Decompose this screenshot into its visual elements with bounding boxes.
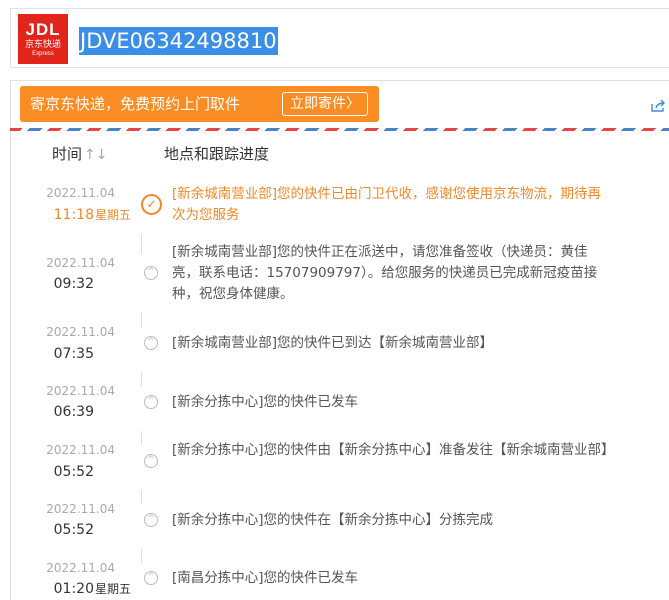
event-time: 05:52 xyxy=(53,464,94,480)
event-time: 01:20 xyxy=(53,581,94,597)
chevron-up-circle-icon: ^ xyxy=(144,395,158,409)
timeline-line xyxy=(141,490,142,504)
event-time: 06:39 xyxy=(53,404,94,420)
event-date: 2022.11.04 xyxy=(46,325,115,339)
banner-text: 寄京东快递，免费预约上门取件 xyxy=(30,95,241,113)
header: JDL 京东快递 Express JDVE06342498810 xyxy=(10,8,669,68)
share-icon[interactable] xyxy=(650,99,666,117)
event-description: [新余分拣中心]您的快件在【新余分拣中心】分拣完成 xyxy=(172,512,494,528)
event-description: [新余城南营业部]您的快件已由门卫代收，感谢您使用京东物流，期待再次为您服务 xyxy=(172,186,602,223)
timeline-line xyxy=(141,313,142,327)
event-description: [新余分拣中心]您的快件由【新余分拣中心】准备发往【新余城南营业部】 xyxy=(172,442,615,458)
event-description: [南昌分拣中心]您的快件已发车 xyxy=(172,570,359,586)
timeline-line xyxy=(141,234,142,254)
event-weekday: 星期五 xyxy=(95,208,132,222)
col-header-detail: 地点和跟踪进度 xyxy=(164,145,270,163)
event-time: 07:35 xyxy=(53,346,94,362)
logo-text-cn: 京东快递 xyxy=(24,40,61,50)
event-weekday: 星期五 xyxy=(95,582,132,596)
event-date: 2022.11.04 xyxy=(46,561,115,575)
sort-icon[interactable]: ↑↓ xyxy=(84,147,107,163)
logo-text-jdl: JDL xyxy=(25,20,61,39)
timeline-line xyxy=(141,372,142,386)
send-now-button[interactable]: 立即寄件〉 xyxy=(282,92,368,116)
timeline-line xyxy=(141,431,142,445)
event-time: 05:52 xyxy=(53,522,94,538)
chevron-up-circle-icon: ^ xyxy=(144,266,158,280)
tracking-number[interactable]: JDVE06342498810 xyxy=(79,27,278,55)
event-date: 2022.11.04 xyxy=(46,443,115,457)
event-date: 2022.11.04 xyxy=(46,502,115,516)
event-description: [新余城南营业部]您的快件正在派送中，请您准备签收（快递员：黄佳亮，联系电话：1… xyxy=(172,244,598,302)
logo-text-express: Express xyxy=(32,51,54,57)
col-header-time-label: 时间 xyxy=(52,145,83,163)
event-time: 09:32 xyxy=(53,276,94,292)
chevron-right-icon: 〉 xyxy=(346,96,360,112)
chevron-up-circle-icon: ^ xyxy=(144,454,158,468)
chevron-up-circle-icon: ^ xyxy=(144,513,158,527)
timeline-line xyxy=(141,549,142,563)
event-date: 2022.11.04 xyxy=(46,256,115,270)
chevron-up-circle-icon: ^ xyxy=(144,336,158,350)
event-date: 2022.11.04 xyxy=(46,384,115,398)
check-circle-icon: ✓ xyxy=(141,194,162,215)
event-date: 2022.11.04 xyxy=(46,186,115,200)
send-now-label: 立即寄件 xyxy=(290,96,346,112)
send-express-banner[interactable]: 寄京东快递，免费预约上门取件 立即寄件〉 xyxy=(20,86,379,122)
col-header-time: 时间 ↑↓ xyxy=(52,144,107,165)
jdl-logo[interactable]: JDL 京东快递 Express xyxy=(18,14,68,64)
event-description: [新余城南营业部]您的快件已到达【新余城南营业部】 xyxy=(172,335,494,351)
airmail-divider xyxy=(10,128,669,131)
chevron-up-circle-icon: ^ xyxy=(144,571,158,585)
event-description: [新余分拣中心]您的快件已发车 xyxy=(172,394,359,410)
event-time: 11:18 xyxy=(53,207,94,223)
